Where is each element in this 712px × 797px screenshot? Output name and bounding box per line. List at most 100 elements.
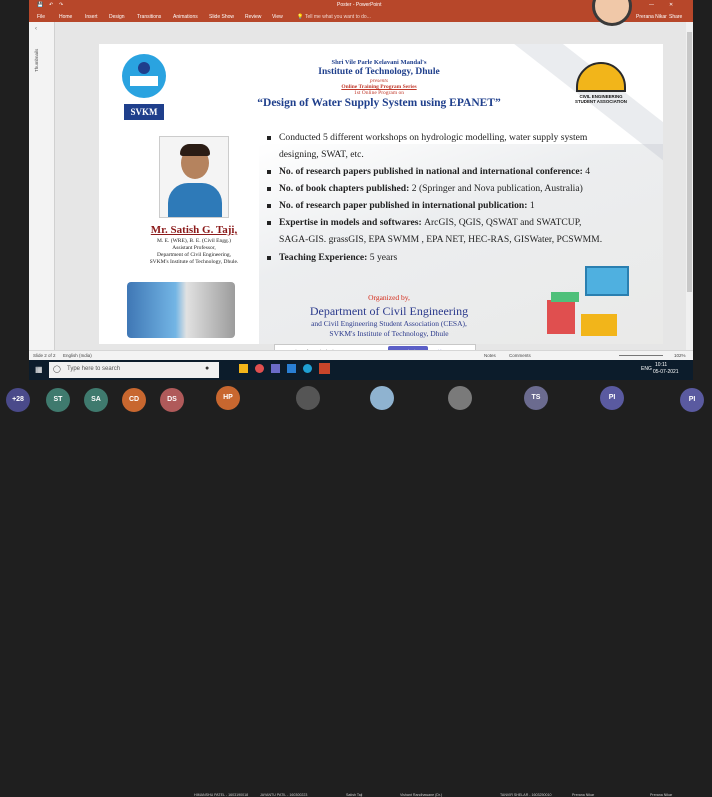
teams-icon[interactable] bbox=[271, 364, 280, 373]
participants-strip: +28 ST SA CD DS HP TS PI PI HIMANSHU PAT… bbox=[0, 380, 712, 797]
association-name: and Civil Engineering Student Associatio… bbox=[311, 319, 467, 328]
participant-name: HIMANSHU PATEL - 1603190018 bbox=[194, 793, 249, 797]
participant-photo[interactable] bbox=[296, 386, 320, 410]
zoom-slider[interactable] bbox=[619, 355, 663, 356]
powerpoint-window: 💾 ↶ ↷ Poster - PowerPoint — ✕ File Home … bbox=[29, 0, 693, 380]
minimize-icon[interactable]: — bbox=[649, 2, 654, 8]
speaker-photo bbox=[159, 136, 229, 218]
language-status[interactable]: English (India) bbox=[63, 353, 92, 358]
bullet-text: Conducted 5 different workshops on hydro… bbox=[279, 132, 588, 143]
participant-name: JAYANTU PATIL - 160300223 bbox=[260, 793, 308, 797]
windows-start-icon[interactable]: ▦ bbox=[35, 365, 43, 374]
slide-canvas[interactable]: SVKM CIVIL ENGINEERING STUDENT ASSOCIATI… bbox=[99, 44, 663, 344]
powerpoint-icon[interactable] bbox=[319, 363, 330, 374]
svkm-logo-text: SVKM bbox=[124, 104, 164, 120]
participant-avatar[interactable]: PI bbox=[680, 388, 704, 412]
institute-name: Institute of Technology, Dhule bbox=[318, 67, 440, 77]
bullet-item: Expertise in models and softwares: ArcGI… bbox=[266, 217, 582, 228]
speaker-degree: M. E. (WRE), B. E. (Civil Engg.) bbox=[157, 238, 231, 244]
speaker-designation: Assistant Professor, bbox=[172, 245, 216, 251]
participant-avatar[interactable]: HP bbox=[216, 386, 240, 410]
close-icon[interactable]: ✕ bbox=[669, 2, 673, 8]
participant-photo[interactable] bbox=[370, 386, 394, 410]
zoom-level[interactable]: 102% bbox=[674, 353, 686, 358]
program-line: 1st Online Program on bbox=[354, 90, 404, 96]
clock-date[interactable]: 05-07-2021 bbox=[653, 369, 679, 375]
undo-icon[interactable]: ↶ bbox=[49, 2, 53, 8]
collapse-icon[interactable]: ‹ bbox=[35, 26, 37, 32]
thumbnails-pane[interactable]: ‹ Thumbnails bbox=[29, 22, 55, 350]
redo-icon[interactable]: ↷ bbox=[59, 2, 63, 8]
bullet-item: Conducted 5 different workshops on hydro… bbox=[266, 132, 588, 143]
outlook-icon[interactable] bbox=[287, 364, 296, 373]
document-title: Poster - PowerPoint bbox=[337, 2, 382, 8]
tab-transitions[interactable]: Transitions bbox=[137, 14, 161, 20]
svkm-logo: SVKM bbox=[121, 54, 167, 124]
user-avatar-overlay bbox=[592, 0, 632, 26]
participant-avatar[interactable]: PI bbox=[600, 386, 624, 410]
thumbnails-label: Thumbnails bbox=[34, 48, 39, 72]
bullet-text: No. of research paper published in inter… bbox=[279, 200, 530, 211]
search-icon: ◯ bbox=[53, 366, 61, 373]
comments-button[interactable]: Comments bbox=[509, 353, 531, 358]
organized-by: Organized by, bbox=[368, 293, 410, 302]
user-name[interactable]: Prerana Nikar bbox=[636, 14, 667, 20]
bullet-item: No. of research papers published in nati… bbox=[266, 166, 591, 177]
bullet-text: 2 (Springer and Nova publication, Austra… bbox=[411, 183, 583, 194]
tab-insert[interactable]: Insert bbox=[85, 14, 98, 20]
bullet-item: SAGA-GIS. grassGIS, EPA SWMM , EPA NET, … bbox=[279, 234, 602, 245]
participant-avatar[interactable]: TS bbox=[524, 386, 548, 410]
org-name: Shri Vile Parle Kelavani Mandal's bbox=[331, 59, 427, 66]
tab-animations[interactable]: Animations bbox=[173, 14, 198, 20]
tab-slide-show[interactable]: Slide Show bbox=[209, 14, 234, 20]
bullet-text: 4 bbox=[585, 166, 591, 177]
cesa-logo: CIVIL ENGINEERING STUDENT ASSOCIATION bbox=[569, 62, 633, 114]
participant-name: Satish Taji bbox=[346, 793, 363, 797]
participant-name: TANVIR SHELAR - 1603250010 bbox=[500, 793, 552, 797]
save-icon[interactable]: 💾 bbox=[37, 2, 43, 8]
taskbar-search-box[interactable]: ◯ Type here to search ● bbox=[49, 362, 219, 378]
vertical-scrollbar[interactable] bbox=[686, 22, 693, 350]
bullet-text: 5 years bbox=[369, 252, 398, 263]
participant-name: Vishant Randhawane (Dr.) bbox=[400, 793, 443, 797]
bullet-text: designing, SWAT, etc. bbox=[279, 149, 364, 160]
tab-review[interactable]: Review bbox=[245, 14, 261, 20]
bullet-item: No. of book chapters published: 2 (Sprin… bbox=[267, 183, 583, 194]
bullet-text: Expertise in models and softwares: bbox=[279, 217, 425, 228]
share-button[interactable]: Share bbox=[669, 14, 682, 20]
participant-avatar[interactable]: SA bbox=[84, 388, 108, 412]
participant-avatar[interactable]: ST bbox=[46, 388, 70, 412]
notes-button[interactable]: Notes bbox=[484, 353, 496, 358]
file-explorer-icon[interactable] bbox=[239, 364, 248, 373]
clock-time[interactable]: 10:11 bbox=[655, 362, 667, 368]
bullet-item: Teaching Experience: 5 years bbox=[266, 252, 398, 263]
participant-name: Prerana Nikar bbox=[650, 793, 673, 797]
tab-home[interactable]: Home bbox=[59, 14, 72, 20]
tab-view[interactable]: View bbox=[272, 14, 283, 20]
tab-design[interactable]: Design bbox=[109, 14, 125, 20]
chrome-icon[interactable] bbox=[255, 364, 264, 373]
taskbar-search-input[interactable]: Type here to search bbox=[67, 366, 120, 372]
cesa-logo-text: CIVIL ENGINEERING STUDENT ASSOCIATION bbox=[575, 94, 627, 104]
overflow-count[interactable]: +28 bbox=[6, 388, 30, 412]
language-indicator[interactable]: ENG bbox=[641, 366, 652, 372]
institute-footer: SVKM's Institute of Technology, Dhule bbox=[329, 329, 449, 338]
participant-avatar[interactable]: DS bbox=[160, 388, 184, 412]
bullet-text: No. of book chapters published: bbox=[279, 183, 412, 194]
bullet-text: ArcGIS, QGIS, QSWAT and SWATCUP, bbox=[424, 217, 582, 228]
handshake-image bbox=[127, 282, 235, 338]
edge-icon[interactable] bbox=[303, 364, 312, 373]
status-bar: Slide 2 of 2 English (India) Notes Comme… bbox=[29, 350, 693, 360]
tab-file[interactable]: File bbox=[37, 14, 45, 20]
tell-me-input[interactable]: Tell me what you want to do... bbox=[305, 14, 371, 20]
bullet-item: No. of research paper published in inter… bbox=[267, 200, 535, 211]
participant-avatar[interactable]: CD bbox=[122, 388, 146, 412]
speaker-dept: Department of Civil Engineering, bbox=[157, 252, 231, 258]
bullet-text: Teaching Experience: bbox=[279, 252, 370, 263]
microphone-icon[interactable]: ● bbox=[205, 365, 209, 372]
department-name: Department of Civil Engineering bbox=[309, 304, 469, 318]
windows-taskbar: ▦ ◯ Type here to search ● ENG 10:11 05-0… bbox=[29, 360, 693, 380]
participant-name: Prerana Nikar bbox=[572, 793, 595, 797]
participant-photo[interactable] bbox=[448, 386, 472, 410]
speaker-institute: SVKM's Institute of Technology, Dhule. bbox=[149, 259, 239, 265]
